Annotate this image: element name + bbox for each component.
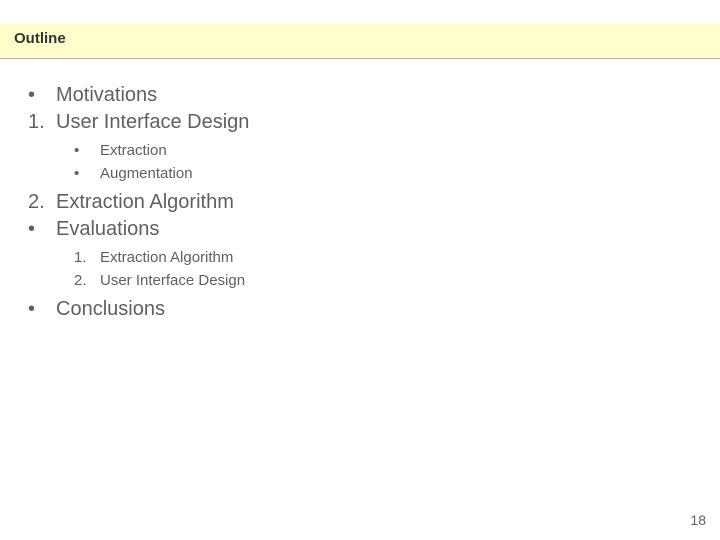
list-item: • Augmentation bbox=[72, 163, 249, 186]
list-item: 2. User Interface Design bbox=[72, 270, 249, 293]
list-item: • Evaluations bbox=[22, 216, 249, 243]
list-item: 1. User Interface Design bbox=[22, 109, 249, 136]
outline-content: • Motivations 1. User Interface Design •… bbox=[22, 82, 249, 323]
list-item-label: Motivations bbox=[56, 82, 157, 109]
page-number: 18 bbox=[690, 512, 706, 528]
list-marker: 2. bbox=[72, 272, 100, 289]
list-item: 2. Extraction Algorithm bbox=[22, 189, 249, 216]
list-marker: 1. bbox=[72, 249, 100, 266]
slide: Outline • Motivations 1. User Interface … bbox=[0, 0, 720, 540]
list-item-label: Evaluations bbox=[56, 216, 159, 243]
list-item-label: User Interface Design bbox=[100, 270, 245, 293]
list-item-label: Augmentation bbox=[100, 163, 193, 186]
bullet-icon: • bbox=[22, 218, 56, 241]
list-item: • Conclusions bbox=[22, 296, 249, 323]
list-item: • Extraction bbox=[72, 140, 249, 163]
bullet-icon: • bbox=[72, 165, 100, 182]
list-item-label: Conclusions bbox=[56, 296, 165, 323]
bullet-icon: • bbox=[22, 298, 56, 321]
slide-title: Outline bbox=[14, 30, 66, 47]
list-item-label: User Interface Design bbox=[56, 109, 249, 136]
list-item-label: Extraction Algorithm bbox=[56, 189, 234, 216]
list-item: • Motivations bbox=[22, 82, 249, 109]
bullet-icon: • bbox=[22, 84, 56, 107]
title-band: Outline bbox=[0, 24, 720, 59]
list-marker: 1. bbox=[22, 111, 56, 134]
bullet-icon: • bbox=[72, 142, 100, 159]
list-item: 1. Extraction Algorithm bbox=[72, 247, 249, 270]
list-item-label: Extraction bbox=[100, 140, 167, 163]
list-marker: 2. bbox=[22, 191, 56, 214]
list-item-label: Extraction Algorithm bbox=[100, 247, 233, 270]
